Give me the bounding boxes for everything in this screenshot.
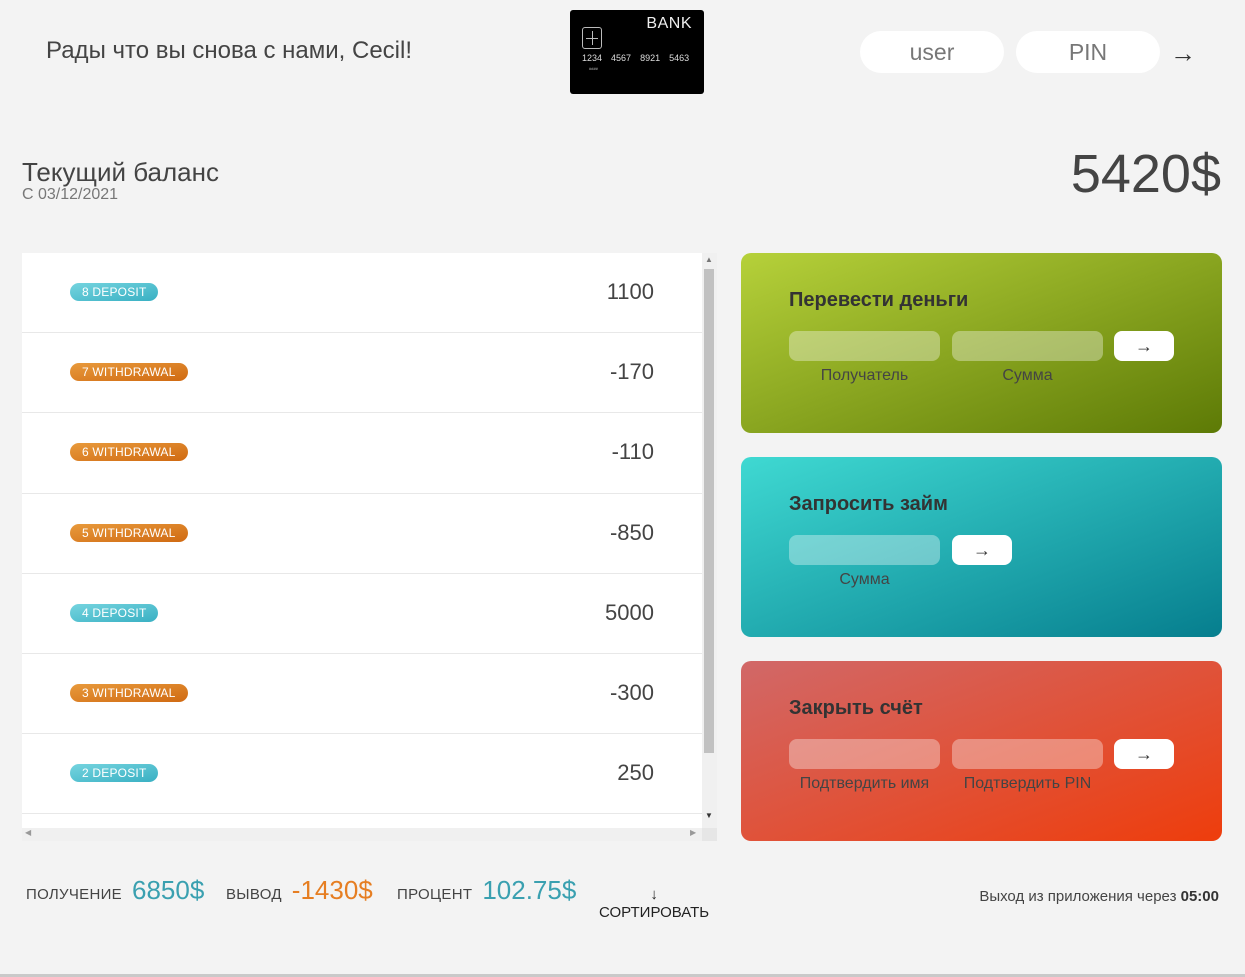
- movement-type-badge: 6 WITHDRAWAL: [70, 443, 188, 462]
- loan-panel: Запросить займ → Сумма: [741, 457, 1222, 637]
- loan-amount-label: Сумма: [839, 571, 890, 588]
- movement-value: 5000: [605, 599, 654, 625]
- movement-type-badge: 3 WITHDRAWAL: [70, 683, 188, 702]
- summary-out-value: -1430$: [291, 875, 373, 905]
- card-numbers: 1234 4567 8921 5463: [582, 53, 689, 63]
- movement-row: 2 DEPOSIT 250: [22, 734, 702, 815]
- movement-row: 4 DEPOSIT 5000: [22, 574, 702, 654]
- transfer-recipient-input[interactable]: [789, 331, 940, 361]
- close-account-panel: Закрыть счёт → Подтвердить имя Подтверди…: [741, 661, 1222, 841]
- scroll-left-icon[interactable]: ◀: [25, 828, 31, 837]
- summary-out: ВЫВОД -1430$: [226, 875, 373, 906]
- scroll-down-icon[interactable]: ▼: [705, 811, 713, 820]
- movement-type-badge: 4 DEPOSIT: [70, 603, 159, 622]
- movement-row: 6 WITHDRAWAL -110: [22, 413, 702, 494]
- login-arrow-button[interactable]: →: [1170, 38, 1196, 69]
- movement-value: -170: [609, 359, 654, 385]
- summary-out-label: ВЫВОД: [226, 886, 282, 903]
- movement-type-badge: 2 DEPOSIT: [70, 764, 159, 783]
- close-pin-input[interactable]: [952, 739, 1103, 769]
- movement-value: -300: [609, 679, 654, 705]
- summary-in: ПОЛУЧЕНИЕ 6850$: [26, 875, 204, 906]
- close-submit-button[interactable]: →: [1114, 739, 1174, 769]
- transfer-panel: Перевести деньги → Получатель Сумма: [741, 253, 1222, 433]
- movement-value: 1100: [606, 279, 654, 304]
- movement-row: 3 WITHDRAWAL -300: [22, 654, 702, 735]
- movement-type-badge: 8 DEPOSIT: [70, 283, 159, 301]
- welcome-message: Рады что вы снова с нами, Cecil!: [46, 37, 413, 64]
- scrollbar-corner: [702, 828, 717, 841]
- scrollbar-thumb[interactable]: [704, 269, 714, 753]
- logout-timer-value: 05:00: [1180, 888, 1219, 905]
- logout-timer: Выход из приложения через 05:00: [979, 888, 1219, 905]
- sort-arrow-icon: ↓: [650, 886, 658, 903]
- bank-card-logo: BANK 1234 4567 8921 5463 ####: [570, 10, 704, 94]
- movement-type-badge: 5 WITHDRAWAL: [70, 523, 188, 542]
- sort-label: СОРТИРОВАТЬ: [599, 904, 710, 921]
- summary-interest: ПРОЦЕНТ 102.75$: [397, 875, 576, 906]
- login-pin-input[interactable]: [1016, 31, 1160, 73]
- transfer-submit-button[interactable]: →: [1114, 331, 1174, 361]
- movement-value: -110: [611, 439, 654, 465]
- login-user-input[interactable]: [860, 31, 1004, 73]
- summary-in-value: 6850$: [131, 875, 205, 905]
- loan-submit-button[interactable]: →: [952, 535, 1012, 565]
- scroll-right-icon[interactable]: ▶: [690, 828, 696, 837]
- close-title: Закрыть счёт: [789, 697, 923, 719]
- movement-row: 8 DEPOSIT 1100: [22, 253, 702, 334]
- card-chip-icon: [582, 27, 602, 49]
- transfer-amount-input[interactable]: [952, 331, 1103, 361]
- movement-row: 5 WITHDRAWAL -850: [22, 494, 702, 574]
- close-user-label: Подтвердить имя: [799, 775, 930, 792]
- close-pin-label: Подтвердить PIN: [963, 775, 1092, 792]
- movements-rows: 8 DEPOSIT 1100 7 WITHDRAWAL -170 6 WITHDRAWA…: [22, 253, 702, 815]
- card-number-group: 4567: [611, 53, 632, 63]
- logout-timer-text: Выход из приложения через: [979, 888, 1181, 905]
- vertical-scrollbar[interactable]: ▲ ▼: [702, 253, 717, 828]
- movement-value: -850: [609, 519, 654, 545]
- movements-list[interactable]: 8 DEPOSIT 1100 7 WITHDRAWAL -170 6 WITHDRAWA…: [22, 253, 717, 841]
- card-number-group: 1234: [582, 53, 603, 63]
- card-number-group: 8921: [640, 53, 661, 63]
- scroll-up-icon[interactable]: ▲: [705, 255, 713, 264]
- transfer-recipient-label: Получатель: [820, 367, 909, 384]
- movement-type-badge: 7 WITHDRAWAL: [70, 363, 188, 382]
- summary-interest-label: ПРОЦЕНТ: [397, 886, 473, 903]
- summary-interest-value: 102.75$: [482, 875, 577, 905]
- transfer-title: Перевести деньги: [789, 289, 969, 311]
- balance-value: 5420$: [1070, 144, 1221, 204]
- horizontal-scrollbar[interactable]: ◀ ▶: [22, 828, 702, 841]
- balance-date: С 03/12/2021: [22, 186, 119, 203]
- loan-title: Запросить займ: [789, 493, 948, 515]
- loan-amount-input[interactable]: [789, 535, 940, 565]
- movement-value: 250: [617, 760, 654, 786]
- summary-in-label: ПОЛУЧЕНИЕ: [26, 886, 122, 903]
- balance-label: Текущий баланс: [22, 157, 219, 187]
- transfer-amount-label: Сумма: [1002, 367, 1053, 384]
- card-number-group: 5463: [669, 53, 690, 63]
- card-bank-label: BANK: [646, 15, 692, 32]
- movement-row: 7 WITHDRAWAL -170: [22, 333, 702, 414]
- card-sub-text: ####: [589, 66, 598, 71]
- close-user-input[interactable]: [789, 739, 940, 769]
- sort-button[interactable]: ↓ СОРТИРОВАТЬ: [599, 886, 709, 922]
